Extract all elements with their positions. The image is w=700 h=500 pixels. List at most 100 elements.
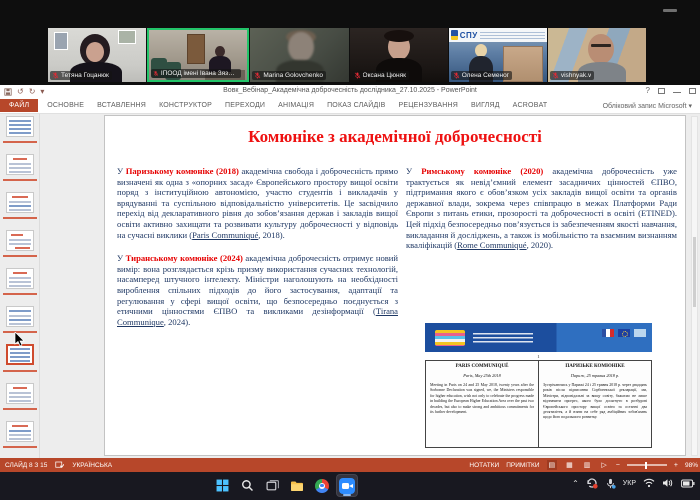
- search-icon: [241, 479, 254, 492]
- task-view-button[interactable]: [262, 475, 282, 496]
- zoom-slider[interactable]: [627, 464, 667, 466]
- room-door: [187, 34, 205, 64]
- tab-view[interactable]: ВИГЛЯД: [471, 102, 500, 109]
- ribbon-tab-bar: ФАЙЛ ОСНОВНЕ ВСТАВЛЕННЯ КОНСТРУКТОР ПЕРЕ…: [0, 98, 700, 114]
- zoom-minimize-handle[interactable]: [663, 9, 677, 12]
- zoom-in-button[interactable]: +: [674, 462, 678, 469]
- spellcheck-icon[interactable]: [55, 461, 64, 469]
- zoom-slider-thumb[interactable]: [645, 462, 648, 469]
- slide-title[interactable]: Комюніке з академічної доброчесності: [105, 127, 685, 147]
- video-tile-tsiuniak[interactable]: Оксана Цюняк: [350, 28, 448, 82]
- ribbon-options-icon[interactable]: [658, 88, 665, 94]
- tab-review[interactable]: РЕЦЕНЗУВАННЯ: [398, 102, 458, 109]
- task-view-icon: [266, 479, 279, 492]
- tab-acrobat[interactable]: ACROBAT: [513, 102, 548, 109]
- chrome-icon: [315, 479, 329, 493]
- help-icon[interactable]: ?: [646, 86, 650, 95]
- doc-body-en: Meeting in Paris on 24 and 25 May 2018, …: [430, 383, 534, 415]
- zoom-out-button[interactable]: −: [616, 462, 620, 469]
- doc-page-number: 1: [425, 354, 652, 359]
- participant-name-tag: Тетяна Гоцанюк: [50, 71, 112, 80]
- embedded-document-image[interactable]: 1 PARIS COMMUNIQUÉ Paris, May 25th 2018 …: [425, 323, 652, 448]
- tray-mic-icon[interactable]: [605, 478, 616, 489]
- link-rome-communique[interactable]: Rome Communiqué: [457, 240, 526, 250]
- tab-home[interactable]: ОСНОВНЕ: [47, 102, 84, 109]
- tray-language-indicator[interactable]: УКР: [623, 480, 636, 487]
- tab-slideshow[interactable]: ПОКАЗ СЛАЙДІВ: [327, 102, 385, 109]
- slide-canvas[interactable]: Комюніке з академічної доброчесності У П…: [104, 115, 686, 456]
- title-bar: ↺ ↻ ▾ Вовк_Вебінар_Академічна доброчесні…: [0, 85, 700, 98]
- muted-mic-icon: [52, 72, 59, 79]
- tray-chevron-up-icon[interactable]: ⌃: [572, 479, 579, 488]
- file-explorer-button[interactable]: [287, 475, 307, 496]
- slide-left-column[interactable]: У Паризькому комюніке (2018) академічна …: [117, 166, 398, 327]
- microsoft-account[interactable]: Обліковий запис Microsoft ▾: [603, 102, 692, 110]
- slide-thumbnail-panel[interactable]: [0, 114, 40, 458]
- participant-name: Тетяна Гоцанюк: [61, 72, 109, 79]
- doc-title-en: PARIS COMMUNIQUÉ: [430, 364, 534, 369]
- account-dropdown-icon: ▾: [688, 103, 692, 110]
- view-reading-button[interactable]: ▥: [582, 460, 593, 470]
- thumbnail-separator: [3, 255, 37, 257]
- view-sorter-button[interactable]: ▦: [564, 460, 575, 470]
- slide-right-column[interactable]: У Римському комюніке (2020) академічна д…: [406, 166, 677, 251]
- video-tile-hotsaniuk[interactable]: Тетяна Гоцанюк: [48, 28, 146, 82]
- scrollbar-thumb[interactable]: [693, 237, 696, 307]
- slide-thumbnail[interactable]: [6, 383, 34, 404]
- vertical-scrollbar[interactable]: [691, 116, 698, 456]
- tab-design[interactable]: КОНСТРУКТОР: [159, 102, 212, 109]
- slide-thumbnail[interactable]: [6, 230, 34, 251]
- view-slideshow-button[interactable]: ▷: [599, 460, 608, 470]
- chrome-button[interactable]: [312, 475, 332, 496]
- video-tile-semenoh[interactable]: СПУ Олена Семеног: [449, 28, 547, 82]
- wall-picture: [118, 30, 136, 44]
- update-pending-icon[interactable]: [586, 477, 598, 489]
- video-tiles-row: Тетяна Гоцанюк ІПООД імені Івана Зязюна …: [48, 28, 646, 82]
- zoom-app-icon: [339, 478, 355, 494]
- zoom-percentage[interactable]: 98%: [685, 462, 698, 469]
- wifi-icon[interactable]: [643, 478, 655, 488]
- participant-name: Marina Golovchenko: [263, 72, 323, 79]
- spu-logo-text: СПУ: [460, 31, 478, 40]
- banner-text-lines: [473, 333, 533, 343]
- language-indicator[interactable]: УКРАЇНСЬКА: [72, 462, 112, 469]
- slide-thumbnail[interactable]: [6, 154, 34, 175]
- slide-thumbnail[interactable]: [6, 306, 34, 327]
- eu-flag-icon: [618, 329, 630, 337]
- tab-transitions[interactable]: ПЕРЕХОДИ: [225, 102, 265, 109]
- view-normal-button[interactable]: ▤: [547, 460, 558, 470]
- tab-insert[interactable]: ВСТАВЛЕННЯ: [97, 102, 146, 109]
- video-tile-golovchenko[interactable]: Marina Golovchenko: [250, 28, 348, 82]
- thumbnail-separator: [3, 293, 37, 295]
- participant-name: vishnyak.v: [561, 72, 591, 79]
- slide-thumbnail[interactable]: [6, 268, 34, 289]
- comments-button[interactable]: ПРИМІТКИ: [506, 462, 539, 469]
- zoom-app-button[interactable]: [337, 475, 357, 496]
- participant-name-tag: Олена Семеног: [451, 71, 512, 80]
- volume-icon[interactable]: [662, 478, 674, 488]
- notes-button[interactable]: НОТАТКИ: [469, 462, 499, 469]
- minimize-icon[interactable]: [673, 92, 681, 93]
- doc-cell-english: PARIS COMMUNIQUÉ Paris, May 25th 2018 Me…: [425, 360, 539, 448]
- video-tile-vishnyak[interactable]: vishnyak.v: [548, 28, 646, 82]
- slide-thumbnail[interactable]: [6, 116, 34, 137]
- tab-animations[interactable]: АНІМАЦІЯ: [278, 102, 314, 109]
- video-tile-ipood[interactable]: ІПООД імені Івана Зязюна НА...: [147, 28, 249, 82]
- taskbar-icons: [212, 475, 357, 496]
- start-button[interactable]: [212, 475, 232, 496]
- slide-counter: СЛАЙД 8 З 15: [5, 462, 47, 469]
- slide-thumbnail-selected[interactable]: [6, 344, 34, 365]
- powerpoint-window: ↺ ↻ ▾ Вовк_Вебінар_Академічна доброчесні…: [0, 85, 700, 472]
- status-left: СЛАЙД 8 З 15 УКРАЇНСЬКА: [5, 461, 112, 469]
- tab-file[interactable]: ФАЙЛ: [0, 99, 38, 112]
- restore-icon[interactable]: [689, 88, 696, 94]
- link-paris-communique[interactable]: Paris Communiqué: [192, 230, 258, 240]
- doc-subtitle-en: Paris, May 25th 2018: [430, 373, 534, 378]
- person-face: [588, 34, 614, 64]
- search-button[interactable]: [237, 475, 257, 496]
- person-silhouette: [288, 32, 314, 62]
- slide-thumbnail[interactable]: [6, 192, 34, 213]
- battery-icon[interactable]: [681, 479, 695, 488]
- slide-thumbnail[interactable]: [6, 421, 34, 442]
- thumbnail-separator: [3, 141, 37, 143]
